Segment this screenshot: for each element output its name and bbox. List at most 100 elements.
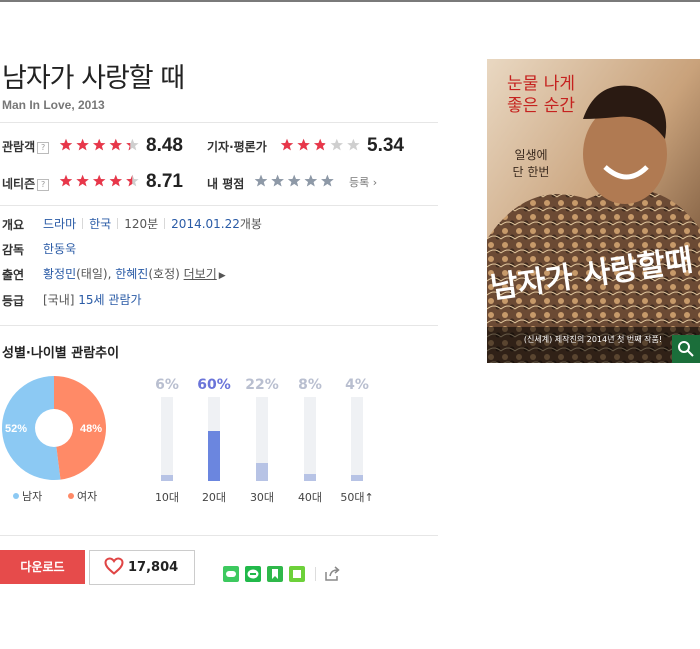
age-bar-percent: 4%: [345, 377, 369, 393]
star-icon: [304, 174, 317, 187]
legend-female-label: 여자: [77, 490, 98, 503]
critic-stars: [280, 137, 364, 153]
age-bar-track: [161, 397, 173, 481]
age-rating-row: [국내] 15세 관람가: [43, 291, 142, 308]
age-bar-fill: [208, 431, 220, 481]
age-bar-fill: [351, 475, 363, 481]
divider: [0, 535, 438, 536]
director-label: 감독: [2, 243, 25, 257]
more-cast-link[interactable]: 더보기: [184, 267, 217, 281]
pie-label-female: 48%: [80, 423, 102, 435]
divider: [0, 325, 438, 326]
poster-tagline-3: 일생에: [514, 148, 547, 162]
movie-subtitle: Man In Love, 2013: [2, 98, 105, 112]
memo-icon[interactable]: [289, 566, 305, 582]
rating-region: [국내]: [43, 293, 75, 307]
separator: [164, 218, 166, 229]
poster-tagline-1: 눈물 나게: [507, 74, 575, 94]
age-bar-label: 30대: [249, 491, 275, 504]
star-icon: [76, 138, 89, 151]
cast-label: 출연: [2, 268, 25, 282]
audience-label-text: 관람객: [2, 140, 36, 154]
age-bar-track: [351, 397, 363, 481]
bookmark-icon[interactable]: [267, 566, 283, 582]
divider: [0, 205, 438, 206]
netizen-stars: [59, 173, 143, 189]
band-icon[interactable]: [223, 566, 239, 582]
audience-rating-label: 관람객?: [2, 138, 50, 155]
age-bar-label: 50대↑: [340, 491, 374, 504]
register-rating-link[interactable]: 등록 ›: [349, 174, 377, 190]
separator: [82, 218, 84, 229]
star-icon: [297, 138, 310, 151]
poster-image: 눈물 나게 좋은 순간 일생에 단 한번 남자가 사랑할때 (신세계) 제작진의…: [487, 59, 700, 363]
line-icon[interactable]: [245, 566, 261, 582]
cast-link-2[interactable]: 한혜진: [115, 267, 148, 281]
help-icon[interactable]: ?: [37, 179, 50, 191]
star-rating-icon: [59, 174, 139, 187]
poster-tagline-4: 단 한번: [513, 165, 550, 179]
star-rating-icon: [280, 138, 360, 151]
cast-row: 황정민(태일), 한혜진(호정) 더보기 ▶: [43, 265, 226, 282]
star-icon: [288, 174, 301, 187]
legend-female: 여자: [68, 488, 97, 504]
pie-hole: [35, 409, 73, 447]
release-date-link[interactable]: 2014.01.22: [171, 217, 240, 231]
help-icon[interactable]: ?: [37, 142, 50, 154]
zoom-button[interactable]: [672, 335, 700, 363]
separator: [117, 218, 119, 229]
audience-score: 8.48: [146, 135, 183, 156]
movie-poster[interactable]: 눈물 나게 좋은 순간 일생에 단 한번 남자가 사랑할때 (신세계) 제작진의…: [487, 59, 700, 363]
cast-link-1[interactable]: 황정민: [43, 267, 76, 281]
netizen-score: 8.71: [146, 171, 183, 192]
cast-role-1: (태일),: [76, 267, 112, 281]
age-bar-percent: 22%: [245, 377, 279, 393]
age-bar-label: 10대: [154, 491, 180, 504]
legend-dot-male: [13, 493, 19, 499]
overview-row: 드라마 한국 120분 2014.01.22개봉: [43, 215, 262, 232]
like-button[interactable]: 17,804: [89, 550, 195, 585]
poster-tagline-2: 좋은 순간: [507, 96, 575, 116]
like-count: 17,804: [128, 560, 179, 575]
star-icon: [280, 138, 294, 151]
director-link[interactable]: 한동욱: [43, 242, 76, 256]
genre-link[interactable]: 드라마: [43, 217, 76, 231]
critic-score: 5.34: [367, 135, 404, 156]
star-icon: [314, 138, 325, 151]
star-icon: [93, 174, 106, 187]
heart-icon: [104, 557, 124, 575]
age-rating-link[interactable]: 15세 관람가: [78, 293, 141, 307]
star-icon: [76, 174, 89, 187]
cast-role-2: (호정): [148, 267, 180, 281]
chevron-right-icon: ▶: [218, 271, 226, 281]
star-rating-icon: [59, 138, 139, 151]
star-icon: [59, 138, 73, 151]
star-icon: [109, 174, 122, 187]
star-icon: [321, 174, 334, 187]
star-icon: [330, 138, 343, 151]
age-bar-track: [256, 397, 268, 481]
country-link[interactable]: 한국: [89, 217, 111, 231]
age-bar-percent: 6%: [155, 377, 179, 393]
runtime: 120분: [124, 217, 159, 231]
download-button[interactable]: 다운로드: [0, 550, 85, 584]
age-bar-percent: 60%: [197, 377, 231, 393]
age-rating-label: 등급: [2, 294, 25, 308]
star-icon: [109, 138, 122, 151]
director-row: 한동욱: [43, 240, 76, 257]
gender-pie-chart: 52% 48%: [2, 376, 106, 480]
age-bar-percent: 8%: [298, 377, 322, 393]
star-icon: [254, 174, 268, 187]
share-icon[interactable]: [323, 565, 341, 583]
age-bar-track: [304, 397, 316, 481]
age-bar-track: [208, 397, 220, 481]
age-bar-label: 20대: [201, 491, 227, 504]
pie-label-male: 52%: [5, 423, 27, 435]
top-border: [0, 0, 700, 2]
legend-male: 남자: [13, 488, 42, 504]
trend-title: 성별·나이별 관람추이: [2, 346, 120, 361]
legend-dot-female: [68, 493, 74, 499]
star-icon: [271, 174, 284, 187]
audience-stars: [59, 137, 143, 153]
my-rating-stars[interactable]: [254, 173, 338, 189]
